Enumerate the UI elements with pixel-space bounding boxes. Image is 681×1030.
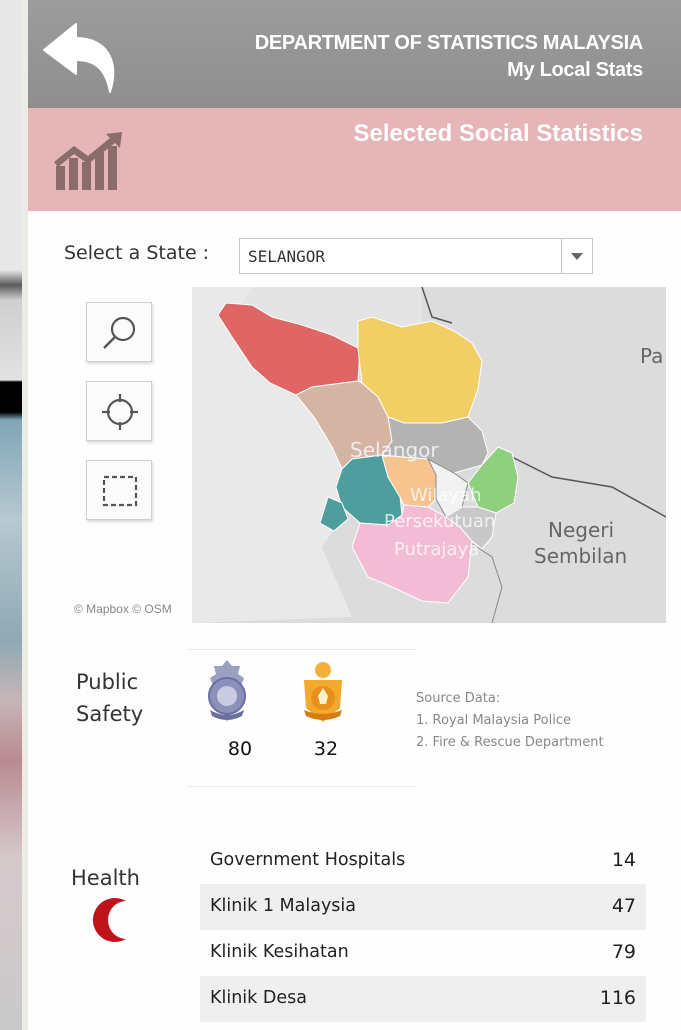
public-safety-label: Public Safety (76, 666, 143, 730)
map-label-state: Selangor (350, 438, 439, 462)
public-safety-label-line: Safety (76, 702, 144, 726)
row-name: Klinik Kesihatan (210, 942, 349, 962)
source-note: Source Data: 1. Royal Malaysia Police 2.… (416, 688, 604, 754)
row-name: Government Hospitals (210, 850, 406, 870)
search-icon (103, 316, 136, 349)
header-org-name: DEPARTMENT OF STATISTICS MALAYSIA (254, 32, 644, 54)
select-area-icon (102, 475, 138, 507)
map-label-territory: Putrajaya (394, 539, 479, 560)
source-title: Source Data: (416, 691, 501, 706)
map-label-neighbor: Negeri (548, 518, 614, 542)
health-table: Government Hospitals 14 Klinik 1 Malaysi… (200, 838, 646, 1022)
red-crescent-icon (92, 898, 126, 942)
table-row: Klinik Desa 116 (200, 976, 646, 1022)
back-arrow-icon[interactable] (40, 20, 122, 98)
state-map[interactable]: Selangor Wilayah Persekutuan Putrajaya N… (192, 287, 666, 623)
police-badge-icon (208, 660, 246, 722)
fire-count: 32 (313, 738, 339, 760)
map-label-neighbor: Pa (640, 344, 663, 368)
row-value: 47 (611, 895, 636, 917)
fire-rescue-badge-icon (304, 662, 342, 722)
map-label-territory: Wilayah (410, 485, 482, 506)
source-item: 1. Royal Malaysia Police (416, 713, 571, 728)
row-value: 14 (611, 849, 636, 871)
row-value: 116 (599, 987, 636, 1009)
state-select-label: Select a State : (64, 242, 210, 264)
state-dropdown[interactable]: SELANGOR (239, 238, 593, 274)
public-safety-label-line: Public (76, 670, 139, 694)
map-locate-button[interactable] (86, 381, 152, 441)
row-value: 79 (611, 941, 636, 963)
row-name: Klinik Desa (210, 988, 307, 1008)
table-row: Klinik Kesihatan 79 (200, 930, 646, 976)
health-label: Health (71, 866, 140, 890)
section-title: Selected Social Statistics (353, 120, 643, 147)
map-select-area-button[interactable] (86, 460, 152, 520)
state-dropdown-value: SELANGOR (248, 247, 326, 266)
header-title: DEPARTMENT OF STATISTICS MALAYSIA My Loc… (254, 30, 644, 84)
map-attribution[interactable]: © Mapbox © OSM (74, 602, 172, 616)
chevron-down-icon[interactable] (561, 239, 592, 273)
map-canvas[interactable]: Selangor Wilayah Persekutuan Putrajaya N… (192, 287, 666, 623)
row-name: Klinik 1 Malaysia (210, 896, 357, 916)
stats-panel: DEPARTMENT OF STATISTICS MALAYSIA My Loc… (22, 0, 681, 1030)
locate-icon (102, 394, 138, 430)
police-count: 80 (227, 738, 253, 760)
source-item: 2. Fire & Rescue Department (416, 735, 604, 750)
chart-trend-icon (54, 132, 122, 190)
table-row: Klinik 1 Malaysia 47 (200, 884, 646, 930)
background-app-strip (0, 0, 22, 1030)
table-row: Government Hospitals 14 (200, 838, 646, 884)
map-label-neighbor: Sembilan (534, 544, 627, 568)
map-label-territory: Persekutuan (384, 511, 495, 532)
header-app-name: My Local Stats (507, 59, 643, 81)
map-search-button[interactable] (86, 302, 152, 362)
